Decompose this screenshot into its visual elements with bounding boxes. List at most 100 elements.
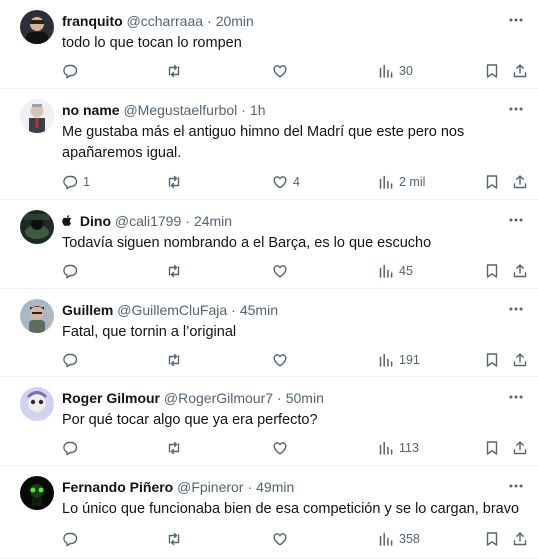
tweet-text: Fatal, que tornin a l’original [62, 324, 237, 340]
avatar[interactable] [20, 387, 54, 421]
view-count: 45 [399, 264, 413, 278]
timestamp[interactable]: 50min [286, 390, 324, 406]
view-count: 358 [399, 532, 420, 546]
like-button[interactable] [272, 529, 293, 549]
view-count: 30 [399, 64, 413, 78]
share-button[interactable] [512, 61, 528, 81]
retweet-button[interactable] [166, 61, 187, 81]
tweet-3[interactable]: Dino @cali1799 · 24min Todavía siguen nomb… [0, 200, 538, 289]
action-bar: 358 [62, 529, 528, 549]
avatar[interactable] [20, 476, 54, 510]
retweet-button[interactable] [166, 350, 187, 370]
timestamp[interactable]: 24min [194, 213, 232, 229]
like-button[interactable] [272, 350, 293, 370]
more-icon [509, 18, 523, 22]
display-name[interactable]: Dino [80, 213, 111, 229]
like-button[interactable] [272, 261, 293, 281]
views-button[interactable]: 45 [378, 261, 413, 281]
avatar[interactable] [20, 99, 54, 133]
more-options-button[interactable] [508, 478, 524, 494]
action-bar: 1 4 2 mil [62, 172, 528, 192]
timestamp[interactable]: 49min [256, 479, 294, 495]
display-name[interactable]: no name [62, 102, 120, 118]
share-button[interactable] [512, 172, 528, 192]
user-handle[interactable]: @GuillemCluFaja [117, 302, 227, 318]
share-icon [513, 532, 527, 546]
user-handle[interactable]: @ccharraaa [127, 13, 203, 29]
bookmark-button[interactable] [484, 438, 500, 458]
user-handle[interactable]: @cali1799 [115, 213, 181, 229]
more-options-button[interactable] [508, 301, 524, 317]
reply-button[interactable] [62, 529, 83, 549]
reply-button[interactable] [62, 350, 83, 370]
tweet-4[interactable]: Guillem @GuillemCluFaja · 45min Fatal, que… [0, 289, 538, 377]
views-chart-icon [379, 175, 393, 189]
retweet-icon [168, 64, 180, 78]
bookmark-button[interactable] [484, 61, 500, 81]
bookmark-button[interactable] [484, 172, 500, 192]
display-name[interactable]: franquito [62, 13, 123, 29]
share-button[interactable] [512, 438, 528, 458]
retweet-icon [168, 264, 180, 278]
like-button[interactable] [272, 438, 293, 458]
bookmark-icon [486, 264, 498, 278]
reply-icon [63, 264, 78, 279]
timestamp[interactable]: 20min [216, 13, 254, 29]
more-options-button[interactable] [508, 12, 524, 28]
user-handle[interactable]: @RogerGilmour7 [164, 390, 273, 406]
views-button[interactable]: 30 [378, 61, 413, 81]
retweet-button[interactable] [166, 529, 187, 549]
retweet-button[interactable] [166, 438, 187, 458]
avatar[interactable] [20, 299, 54, 333]
views-button[interactable]: 2 mil [378, 172, 425, 192]
like-button[interactable]: 4 [272, 172, 300, 192]
timestamp[interactable]: 1h [250, 102, 266, 118]
views-button[interactable]: 191 [378, 350, 420, 370]
tweet-1[interactable]: franquito @ccharraaa · 20min todo lo que t… [0, 0, 538, 89]
heart-icon [273, 442, 287, 455]
share-button[interactable] [512, 350, 528, 370]
retweet-button[interactable] [166, 172, 187, 192]
more-options-button[interactable] [508, 212, 524, 228]
heart-icon [273, 65, 287, 78]
heart-icon [273, 265, 287, 278]
action-bar: 113 [62, 438, 528, 458]
reply-button[interactable]: 1 [62, 172, 90, 192]
share-icon [513, 175, 527, 189]
more-options-button[interactable] [508, 101, 524, 117]
retweet-button[interactable] [166, 261, 187, 281]
display-name[interactable]: Roger Gilmour [62, 390, 160, 406]
views-button[interactable]: 358 [378, 529, 420, 549]
display-name[interactable]: Fernando Piñero [62, 479, 173, 495]
like-button[interactable] [272, 61, 293, 81]
separator-dot: · [247, 479, 253, 495]
tweet-text: todo lo que tocan lo rompen [62, 35, 242, 51]
reply-button[interactable] [62, 261, 83, 281]
avatar[interactable] [20, 210, 54, 244]
apple-icon [62, 213, 76, 229]
reply-button[interactable] [62, 438, 83, 458]
bookmark-button[interactable] [484, 529, 500, 549]
tweet-6[interactable]: Fernando Piñero @Fpineror · 49min Lo único… [0, 466, 538, 559]
more-icon [509, 218, 523, 222]
retweet-icon [168, 175, 180, 189]
tweet-2[interactable]: no name @Megustaelfurbol · 1h Me gustaba m… [0, 89, 538, 200]
more-icon [509, 107, 523, 111]
more-options-button[interactable] [508, 389, 524, 405]
user-handle[interactable]: @Megustaelfurbol [123, 102, 237, 118]
separator-dot: · [231, 302, 236, 318]
views-button[interactable]: 113 [378, 438, 419, 458]
timestamp[interactable]: 45min [240, 302, 278, 318]
tweet-header: Fernando Piñero @Fpineror · 49min [62, 478, 498, 496]
reply-button[interactable] [62, 61, 83, 81]
display-name[interactable]: Guillem [62, 302, 113, 318]
share-button[interactable] [512, 261, 528, 281]
share-icon [513, 64, 527, 78]
bookmark-icon [486, 64, 498, 78]
bookmark-button[interactable] [484, 261, 500, 281]
avatar[interactable] [20, 10, 54, 44]
share-button[interactable] [512, 529, 528, 549]
tweet-5[interactable]: Roger Gilmour @RogerGilmour7 · 50min Por q… [0, 377, 538, 466]
bookmark-button[interactable] [484, 350, 500, 370]
user-handle[interactable]: @Fpineror [177, 479, 243, 495]
